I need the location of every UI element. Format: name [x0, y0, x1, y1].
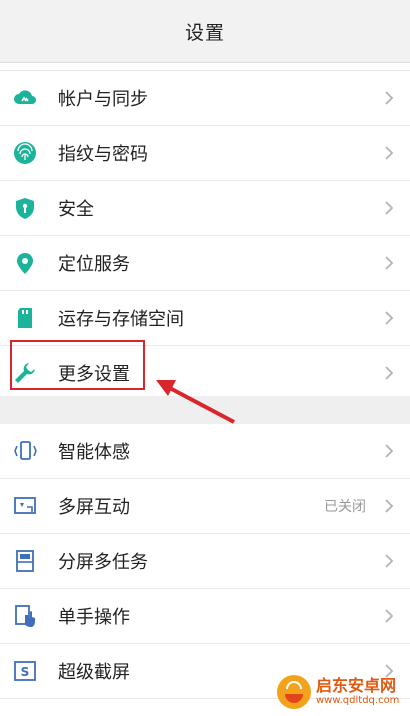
- split-screen-icon: [12, 548, 38, 574]
- chevron-right-icon: [385, 366, 394, 380]
- settings-item-split-screen[interactable]: 分屏多任务: [0, 534, 410, 589]
- settings-item-one-hand[interactable]: 单手操作: [0, 589, 410, 644]
- phone-motion-icon: [12, 438, 38, 464]
- settings-item-label: 指纹与密码: [58, 144, 148, 165]
- svg-text:S: S: [21, 665, 30, 679]
- chevron-right-icon: [385, 554, 394, 568]
- one-hand-icon: [12, 603, 38, 629]
- settings-item-security[interactable]: 安全: [0, 181, 410, 236]
- cast-screen-icon: [12, 493, 38, 519]
- settings-item-label: 定位服务: [58, 254, 130, 275]
- settings-item-location[interactable]: 定位服务: [0, 236, 410, 291]
- chevron-right-icon: [385, 91, 394, 105]
- settings-item-label: 单手操作: [58, 607, 130, 628]
- chevron-right-icon: [385, 256, 394, 270]
- chevron-right-icon: [385, 444, 394, 458]
- location-pin-icon: [12, 250, 38, 276]
- chevron-right-icon: [385, 499, 394, 513]
- settings-item-fingerprint-password[interactable]: 指纹与密码: [0, 126, 410, 181]
- watermark-text: 启东安卓网 www.qdltdq.com: [316, 677, 399, 707]
- cloud-sync-icon: [12, 85, 38, 111]
- settings-item-label: 超级截屏: [58, 662, 130, 683]
- chevron-right-icon: [385, 146, 394, 160]
- settings-item-storage[interactable]: 运存与存储空间: [0, 291, 410, 346]
- settings-item-smart-motion[interactable]: 智能体感: [0, 424, 410, 479]
- settings-item-status: 已关闭: [324, 499, 366, 515]
- watermark-logo-icon: [277, 675, 311, 709]
- highlight-box: [10, 340, 145, 390]
- settings-item-label: 运存与存储空间: [58, 309, 184, 330]
- chevron-right-icon: [385, 201, 394, 215]
- page-title: 设置: [184, 21, 225, 44]
- red-arrow-annotation: [156, 380, 235, 424]
- fingerprint-icon: [12, 140, 38, 166]
- screenshot-icon: S: [12, 658, 38, 684]
- chevron-right-icon: [385, 609, 394, 623]
- title-bar: 设置: [0, 0, 410, 63]
- watermark-brand: 启东安卓网: [316, 676, 397, 695]
- chevron-right-icon: [385, 311, 394, 325]
- settings-item-account-sync[interactable]: 帐户与同步: [0, 71, 410, 126]
- settings-group-2: 智能体感 多屏互动 已关闭 分屏多任务 单手操作 S 超级截屏: [0, 424, 410, 699]
- settings-item-label: 智能体感: [58, 442, 130, 463]
- settings-item-label: 分屏多任务: [58, 552, 148, 573]
- shield-icon: [12, 195, 38, 221]
- watermark-site: www.qdltdq.com: [316, 695, 400, 706]
- settings-item-label: 安全: [58, 199, 94, 220]
- settings-item-label: 帐户与同步: [58, 89, 148, 110]
- settings-item-multi-screen[interactable]: 多屏互动 已关闭: [0, 479, 410, 534]
- settings-item-label: 多屏互动: [58, 497, 130, 518]
- sd-card-icon: [12, 305, 38, 331]
- watermark: 启东安卓网 www.qdltdq.com: [276, 672, 404, 712]
